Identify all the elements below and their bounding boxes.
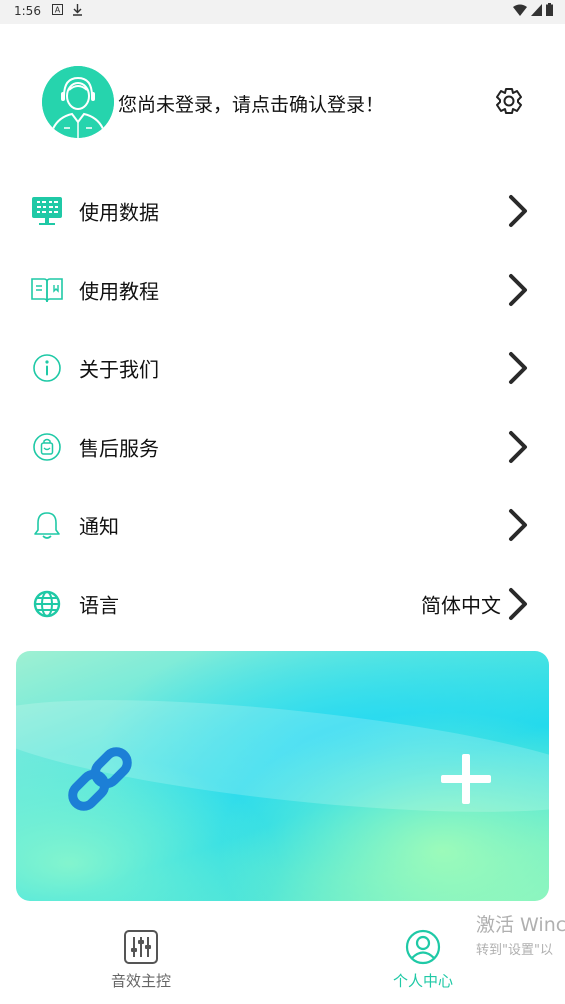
battery-icon [546,3,553,19]
chevron-right-icon [506,273,530,307]
user-avatar-icon [42,66,114,138]
login-prompt[interactable]: 您尚未登录，请点击确认登录！ [118,90,384,117]
status-bar: 1:56 A [0,0,565,24]
wifi-icon [513,4,527,19]
user-circle-icon [405,929,441,965]
equalizer-icon [123,929,159,965]
menu-item-after-sales[interactable]: 售后服务 [0,408,565,487]
avatar[interactable] [42,66,114,138]
status-time: 1:56 [14,4,41,18]
menu-item-label: 售后服务 [79,436,159,461]
chevron-right-icon [506,587,530,621]
signal-icon [531,3,542,19]
monitor-data-icon [30,194,64,228]
svg-text:A: A [55,6,61,15]
menu-item-usage-data[interactable]: 使用数据 [0,172,565,251]
notification-a-icon: A [52,4,63,18]
link-icon[interactable] [60,739,140,819]
menu-item-notifications[interactable]: 通知 [0,486,565,565]
globe-icon [30,587,64,621]
settings-gear-icon[interactable] [494,86,524,116]
menu-item-label: 语言 [79,593,119,618]
menu-item-label: 使用教程 [79,279,159,304]
menu-item-about-us[interactable]: 关于我们 [0,329,565,408]
chevron-right-icon [506,508,530,542]
chevron-right-icon [506,351,530,385]
settings-menu: 使用数据 使用教程 关于我们 售后服务 通知 语言 简体中文 [0,172,565,643]
chevron-right-icon [506,194,530,228]
profile-header: 您尚未登录，请点击确认登录！ [0,60,565,144]
bell-icon [30,508,64,542]
info-icon [30,351,64,385]
menu-item-label: 使用数据 [79,200,159,225]
download-icon [72,4,83,19]
watermark-line1: 激活 Winc [476,914,565,936]
menu-item-language[interactable]: 语言 简体中文 [0,565,565,644]
menu-item-tutorial[interactable]: 使用教程 [0,251,565,330]
activation-watermark: 激活 Winc 转到"设置"以 [476,910,565,958]
book-icon [30,273,64,307]
device-connect-banner[interactable] [16,651,549,901]
plus-icon[interactable] [438,751,494,807]
menu-item-label: 关于我们 [79,357,159,382]
service-bag-icon [30,430,64,464]
tab-label: 音效主控 [110,972,171,990]
tab-audio-control[interactable]: 音效主控 [61,915,221,1004]
chevron-right-icon [506,430,530,464]
menu-item-label: 通知 [79,514,119,539]
current-language-value: 简体中文 [421,593,501,618]
tab-label: 个人中心 [392,972,453,990]
watermark-line2: 转到"设置"以 [476,943,553,958]
